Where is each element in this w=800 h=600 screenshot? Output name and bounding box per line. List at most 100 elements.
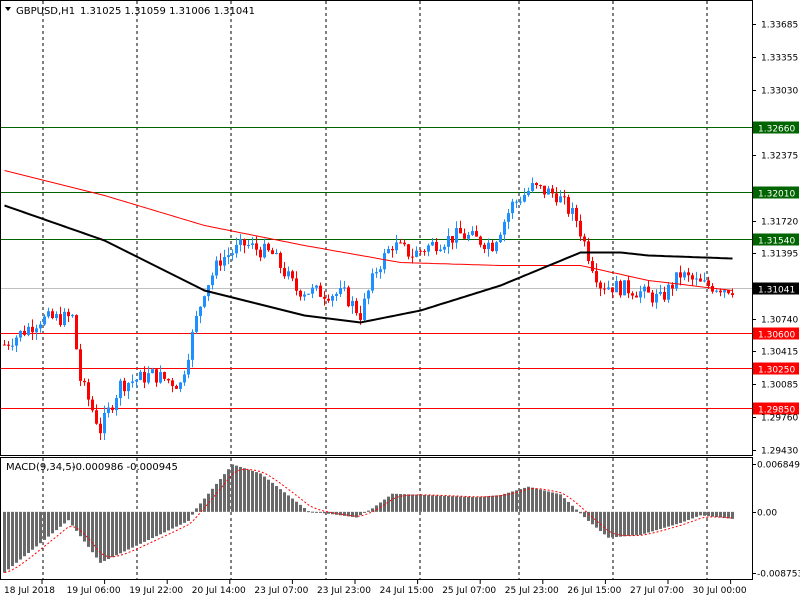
macd-bar (303, 508, 306, 512)
macd-bar (103, 511, 106, 561)
macd-bar (127, 511, 130, 550)
macd-bar (523, 487, 526, 512)
candle-body (367, 290, 370, 299)
macd-bar (83, 511, 86, 542)
candle-body (683, 272, 686, 278)
macd-bar (179, 511, 182, 525)
price-tick-label: 1.33030 (761, 87, 798, 97)
macd-bar (675, 511, 678, 525)
macd-bar (683, 511, 686, 522)
candle-body (191, 331, 194, 360)
macd-bar (283, 492, 286, 512)
grid-lines (42, 1, 708, 579)
macd-bar (459, 496, 462, 512)
macd-bar (619, 511, 622, 537)
macd-bar (227, 469, 230, 512)
dropdown-triangle-icon[interactable] (5, 7, 11, 11)
macd-bar (503, 493, 506, 512)
candle-body (491, 242, 494, 252)
price-tick-label: 1.31395 (761, 250, 798, 260)
candle-body (175, 385, 178, 389)
candle-body (87, 382, 90, 400)
macd-bar (691, 511, 694, 519)
macd-bar (647, 511, 650, 533)
macd-bar (211, 488, 214, 512)
candle-body (19, 330, 22, 338)
time-tick-label: 25 Jul 07:00 (442, 586, 496, 596)
macd-histogram (3, 464, 734, 573)
candle-body (395, 242, 398, 251)
macd-bar (207, 493, 210, 512)
macd-bar (55, 511, 58, 531)
macd-bar (87, 511, 90, 547)
candle-body (47, 311, 50, 317)
macd-tick-label: 0.006849 (757, 461, 800, 471)
macd-bar (531, 487, 534, 512)
candle-body (255, 243, 258, 250)
macd-bar (483, 496, 486, 512)
candle-body (631, 293, 634, 296)
macd-bar (119, 511, 122, 554)
macd-bar (43, 511, 46, 540)
macd-bar (27, 511, 30, 553)
candle-body (407, 244, 410, 257)
macd-bar (563, 498, 566, 512)
candle-body (363, 298, 366, 320)
candle-body (371, 273, 374, 291)
candle-body (283, 267, 286, 277)
candle-body (391, 248, 394, 251)
candle-body (655, 293, 658, 303)
candle-body (247, 245, 250, 247)
candle-body (331, 295, 334, 301)
macd-bar (23, 511, 26, 557)
candle-body (623, 280, 626, 296)
candle-body (67, 311, 70, 317)
macd-bar (679, 511, 682, 524)
candle-body (515, 201, 518, 203)
macd-bar (479, 496, 482, 512)
macd-bar (511, 491, 514, 512)
candle-body (587, 241, 590, 262)
candle-body (183, 374, 186, 383)
macd-bar (399, 494, 402, 512)
time-tick-label: 23 Jul 23:00 (317, 586, 371, 596)
macd-bar (91, 511, 94, 553)
macd-bar (655, 511, 658, 531)
level-price-label: 1.31540 (758, 237, 795, 247)
macd-bar (539, 489, 542, 512)
candle-body (731, 293, 734, 295)
candle-body (307, 293, 310, 295)
macd-bar (495, 495, 498, 512)
macd-tick-label: -0.008753 (757, 570, 800, 580)
candle-body (435, 241, 438, 252)
macd-bar (79, 511, 82, 537)
macd-bar (171, 511, 174, 529)
candle-body (271, 250, 274, 255)
macd-bar (131, 511, 134, 548)
macd-bar (7, 511, 10, 570)
time-tick-label: 19 Jul 06:00 (67, 586, 121, 596)
candle-body (27, 326, 30, 335)
candle-body (539, 185, 542, 187)
candle-body (483, 244, 486, 250)
candle-body (263, 243, 266, 258)
candle-body (675, 272, 678, 289)
candle-body (511, 201, 514, 214)
macd-bar (395, 493, 398, 512)
candle-body (579, 220, 582, 237)
macd-bar (475, 497, 478, 512)
candle-body (615, 281, 618, 293)
candle-body (499, 234, 502, 243)
candle-body (143, 371, 146, 383)
candle-body (575, 208, 578, 221)
candle-body (375, 272, 378, 274)
macd-bar (627, 511, 630, 536)
candle-body (651, 292, 654, 303)
candle-body (299, 290, 302, 297)
candle-body (399, 242, 402, 244)
candle-body (523, 194, 526, 202)
candle-body (315, 285, 318, 288)
macd-bar (407, 494, 410, 512)
candle-body (479, 236, 482, 245)
macd-bar (31, 511, 34, 550)
